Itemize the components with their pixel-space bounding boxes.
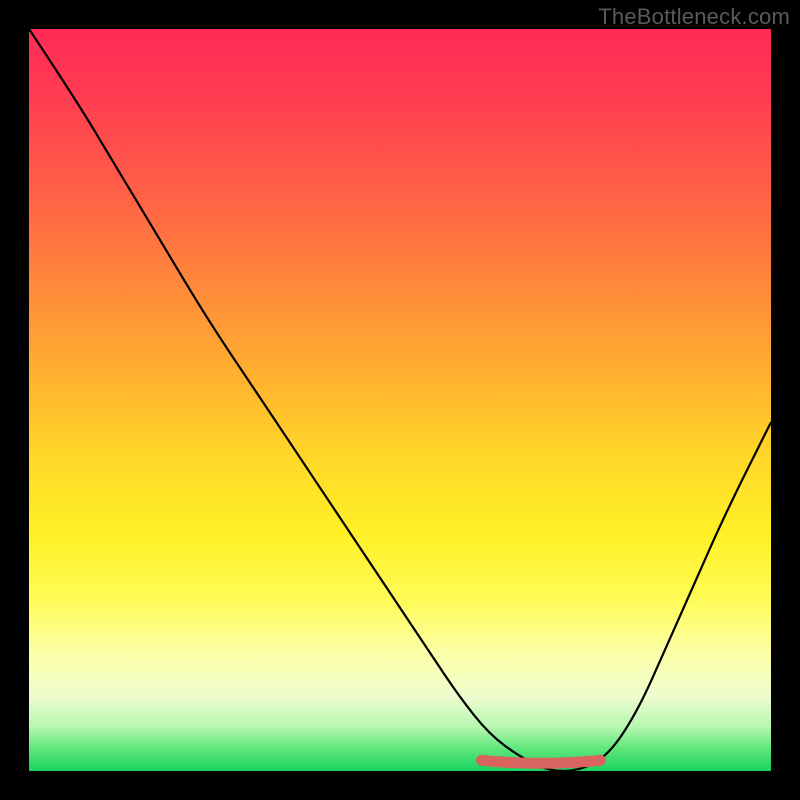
plot-area <box>29 29 771 771</box>
trough-highlight <box>482 760 601 763</box>
bottleneck-curve <box>29 29 771 771</box>
chart-svg <box>29 29 771 771</box>
chart-stage: TheBottleneck.com <box>0 0 800 800</box>
watermark-text: TheBottleneck.com <box>598 4 790 30</box>
